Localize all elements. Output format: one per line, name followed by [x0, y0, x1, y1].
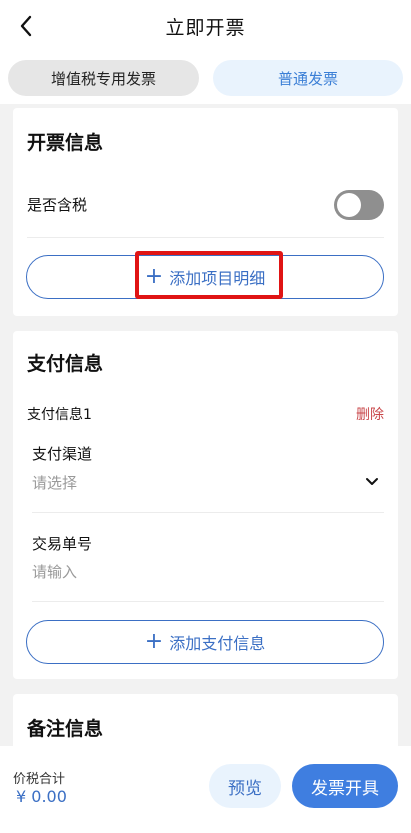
app-header: 立即开票 [0, 0, 411, 52]
delete-payment-link[interactable]: 删除 [356, 404, 384, 424]
invoice-info-card: 开票信息 是否含税 + 添加项目明细 [13, 108, 398, 316]
bottom-action-bar: 价税合计 ¥ 0.00 预览 发票开具 [0, 746, 411, 833]
payment-info-card: 支付信息 支付信息1 删除 支付渠道 请选择 交易单号 + 添加支付信息 [13, 331, 398, 679]
total-amount-value: ¥ 0.00 [16, 787, 67, 806]
add-item-detail-label: 添加项目明细 [169, 269, 266, 288]
issue-invoice-button[interactable]: 发票开具 [292, 764, 398, 808]
add-payment-info-button[interactable]: + 添加支付信息 [26, 620, 384, 664]
divider [32, 512, 384, 513]
remark-info-title: 备注信息 [27, 718, 104, 740]
divider [32, 601, 384, 602]
total-amount-label: 价税合计 [13, 772, 66, 787]
divider [27, 237, 384, 238]
add-item-detail-button[interactable]: + 添加项目明细 [26, 255, 384, 299]
invoice-info-title: 开票信息 [27, 132, 104, 154]
add-payment-info-label: 添加支付信息 [169, 634, 266, 653]
remark-info-card: 备注信息 [13, 694, 398, 754]
tax-included-toggle[interactable] [334, 190, 384, 220]
payment-channel-select[interactable]: 请选择 [32, 468, 386, 498]
tab-normal-invoice[interactable]: 普通发票 [213, 60, 403, 96]
tax-included-label: 是否含税 [27, 196, 88, 214]
payment-entry-title: 支付信息1 [27, 407, 92, 423]
plus-icon: + [144, 629, 164, 654]
transaction-number-input[interactable] [32, 558, 372, 586]
toggle-knob [337, 193, 361, 217]
back-button[interactable] [12, 12, 40, 40]
invoice-type-tabs: 增值税专用发票 普通发票 [0, 52, 411, 104]
payment-info-title: 支付信息 [27, 353, 104, 375]
preview-button[interactable]: 预览 [209, 764, 281, 808]
payment-channel-label: 支付渠道 [32, 445, 93, 463]
page-title: 立即开票 [165, 16, 246, 39]
back-arrow-icon [20, 15, 32, 37]
payment-channel-placeholder: 请选择 [32, 474, 78, 492]
chevron-down-icon [366, 478, 378, 485]
plus-icon: + [144, 264, 164, 289]
tab-vat-special-invoice[interactable]: 增值税专用发票 [8, 60, 199, 96]
transaction-number-label: 交易单号 [32, 535, 93, 553]
